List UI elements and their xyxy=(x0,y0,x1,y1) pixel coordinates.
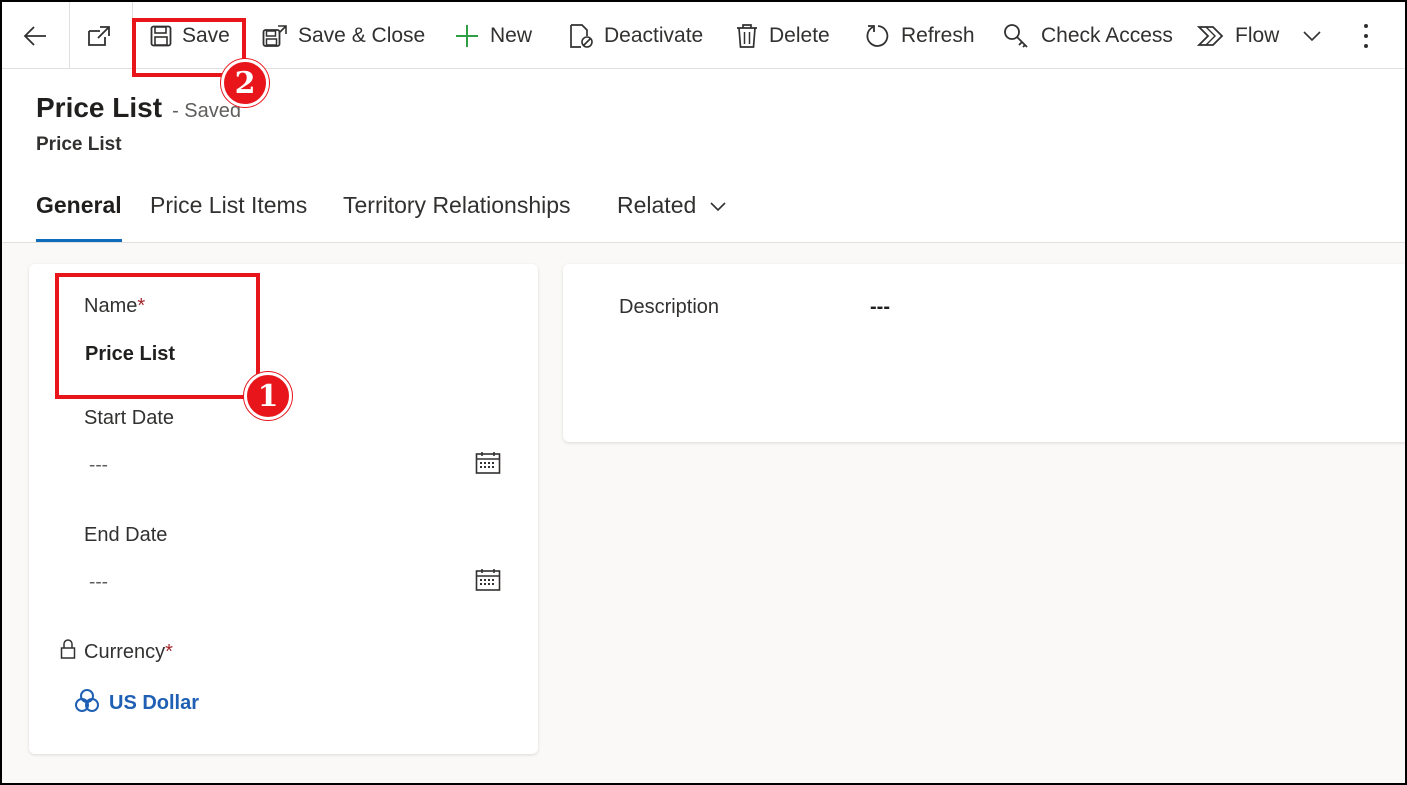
deactivate-label: Deactivate xyxy=(604,23,704,47)
back-button[interactable] xyxy=(22,2,48,69)
delete-button[interactable]: Delete xyxy=(735,2,830,69)
name-highlight-box xyxy=(55,273,260,399)
refresh-icon xyxy=(866,24,889,47)
end-date-field[interactable]: --- xyxy=(89,572,108,594)
description-field[interactable]: --- xyxy=(870,296,890,319)
currency-icon xyxy=(75,689,99,712)
required-indicator: * xyxy=(165,641,173,663)
calendar-icon[interactable] xyxy=(475,568,501,592)
save-status: - Saved xyxy=(172,100,241,122)
step-1-badge: 1 xyxy=(244,372,292,420)
save-and-close-button[interactable]: Save & Close xyxy=(262,2,425,69)
entity-name: Price List xyxy=(36,134,122,155)
chevron-down-icon[interactable] xyxy=(1303,30,1321,42)
more-vertical-icon xyxy=(1364,23,1368,48)
tab-list: General Price List Items Territory Relat… xyxy=(2,178,1405,243)
tab-territory-relationships[interactable]: Territory Relationships xyxy=(343,192,571,242)
save-close-icon xyxy=(262,24,287,47)
tab-price-list-items[interactable]: Price List Items xyxy=(150,192,307,242)
app-frame: Save Save & Close New Deactivate Delete … xyxy=(0,0,1407,785)
end-date-label: End Date xyxy=(84,524,168,546)
deactivate-icon xyxy=(570,23,593,48)
currency-label-text: Currency xyxy=(84,641,166,663)
back-arrow-icon xyxy=(23,25,46,46)
tab-related-label: Related xyxy=(617,192,697,218)
new-button[interactable]: New xyxy=(454,2,532,69)
chevron-down-icon xyxy=(710,202,726,212)
tab-general-label: General xyxy=(36,192,122,218)
start-date-field[interactable]: --- xyxy=(89,455,108,477)
new-label: New xyxy=(490,23,533,47)
open-in-new-window-button[interactable] xyxy=(86,2,112,69)
flow-label: Flow xyxy=(1235,23,1280,47)
check-access-label: Check Access xyxy=(1041,23,1173,47)
currency-label: Currency* xyxy=(84,641,173,664)
flow-button[interactable]: Flow xyxy=(1197,2,1321,69)
lock-icon xyxy=(60,639,76,659)
tab-related[interactable]: Related xyxy=(617,192,726,242)
toolbar-divider xyxy=(69,2,70,69)
trash-icon xyxy=(737,23,757,48)
calendar-icon[interactable] xyxy=(475,451,501,475)
refresh-button[interactable]: Refresh xyxy=(865,2,975,69)
deactivate-button[interactable]: Deactivate xyxy=(568,2,703,69)
record-header: Price List - Saved Price List xyxy=(36,92,241,156)
key-search-icon xyxy=(1004,23,1028,48)
tab-price-list-items-label: Price List Items xyxy=(150,192,308,218)
description-label: Description xyxy=(619,296,720,318)
currency-link[interactable]: US Dollar xyxy=(109,692,199,715)
more-commands-button[interactable] xyxy=(1362,2,1370,69)
flow-icon xyxy=(1197,25,1224,46)
check-access-button[interactable]: Check Access xyxy=(1003,2,1173,69)
tab-territory-label: Territory Relationships xyxy=(343,192,571,218)
tab-general[interactable]: General xyxy=(36,192,122,242)
refresh-label: Refresh xyxy=(901,23,975,47)
record-title: Price List xyxy=(36,92,163,123)
description-section-card: Description --- xyxy=(563,264,1405,442)
pop-out-icon xyxy=(88,25,110,46)
plus-icon xyxy=(456,24,478,47)
save-and-close-label: Save & Close xyxy=(298,23,426,47)
step-2-badge: 2 xyxy=(221,59,269,107)
delete-label: Delete xyxy=(769,23,830,47)
start-date-label: Start Date xyxy=(84,407,175,429)
